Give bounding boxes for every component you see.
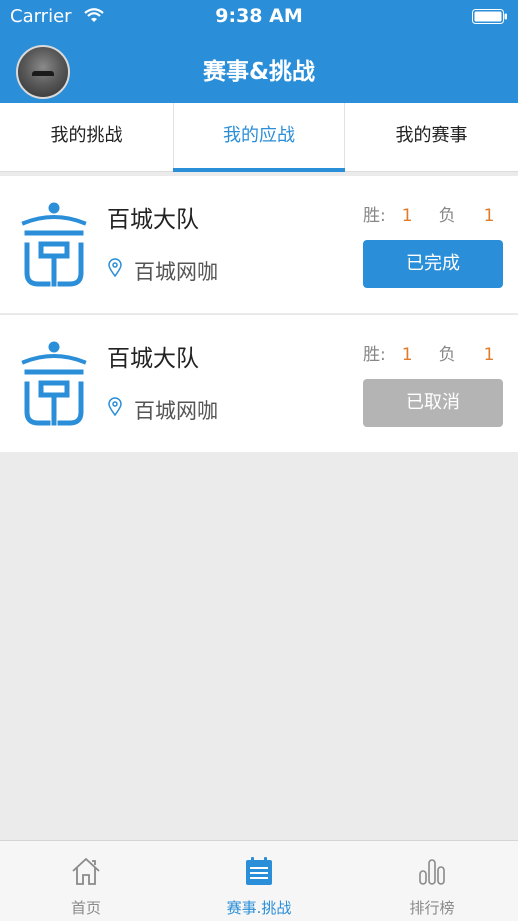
tab-my-responses[interactable]: 我的应战	[173, 103, 345, 171]
bottom-tab-bar: 首页 赛事.挑战 排行榜	[0, 840, 518, 921]
wins-count: 1	[401, 206, 413, 226]
header: Carrier 9:38 AM 赛事&挑战	[0, 0, 518, 103]
home-icon	[72, 858, 100, 885]
tabbar-label: 首页	[70, 899, 101, 917]
losses-count: 1	[483, 206, 495, 226]
segment-tabs: 我的挑战 我的应战 我的赛事	[0, 103, 518, 172]
tabbar-item-matches[interactable]: 赛事.挑战	[173, 841, 345, 921]
tab-my-matches[interactable]: 我的赛事	[345, 103, 518, 171]
active-tab-indicator	[173, 168, 345, 172]
battery-icon	[472, 9, 507, 24]
tabbar-item-home[interactable]: 首页	[0, 841, 172, 921]
calendar-list-icon	[246, 857, 272, 885]
team-logo-icon	[21, 202, 87, 287]
tabbar-label: 排行榜	[409, 899, 455, 917]
losses-label: 负	[438, 206, 456, 226]
losses-label: 负	[438, 345, 456, 365]
team-location: 百城网咖	[134, 399, 218, 423]
losses-count: 1	[483, 345, 495, 365]
wins-label: 胜:	[363, 345, 386, 365]
wins-label: 胜:	[363, 206, 386, 226]
location-pin-icon	[108, 397, 122, 416]
bar-chart-icon	[419, 859, 445, 885]
win-loss-record: 胜: 1 负 1	[363, 340, 494, 365]
location-pin-icon	[108, 258, 122, 277]
team-name: 百城大队	[107, 346, 199, 372]
status-cancelled-button[interactable]: 已取消	[363, 379, 503, 427]
status-bar: Carrier 9:38 AM	[0, 0, 518, 34]
tabbar-label: 赛事.挑战	[226, 899, 292, 917]
wins-count: 1	[401, 345, 413, 365]
list-item[interactable]: 百城大队 百城网咖 胜: 1 负 1 已完成	[0, 176, 518, 313]
team-location: 百城网咖	[134, 260, 218, 284]
win-loss-record: 胜: 1 负 1	[363, 201, 494, 226]
status-completed-button[interactable]: 已完成	[363, 240, 503, 288]
list-item[interactable]: 百城大队 百城网咖 胜: 1 负 1 已取消	[0, 314, 518, 452]
status-time: 9:38 AM	[215, 5, 303, 27]
page-title: 赛事&挑战	[202, 59, 316, 85]
team-logo-icon	[21, 341, 87, 426]
team-name: 百城大队	[107, 207, 199, 233]
tabbar-item-ranking[interactable]: 排行榜	[346, 841, 518, 921]
tab-my-challenges[interactable]: 我的挑战	[0, 103, 173, 171]
